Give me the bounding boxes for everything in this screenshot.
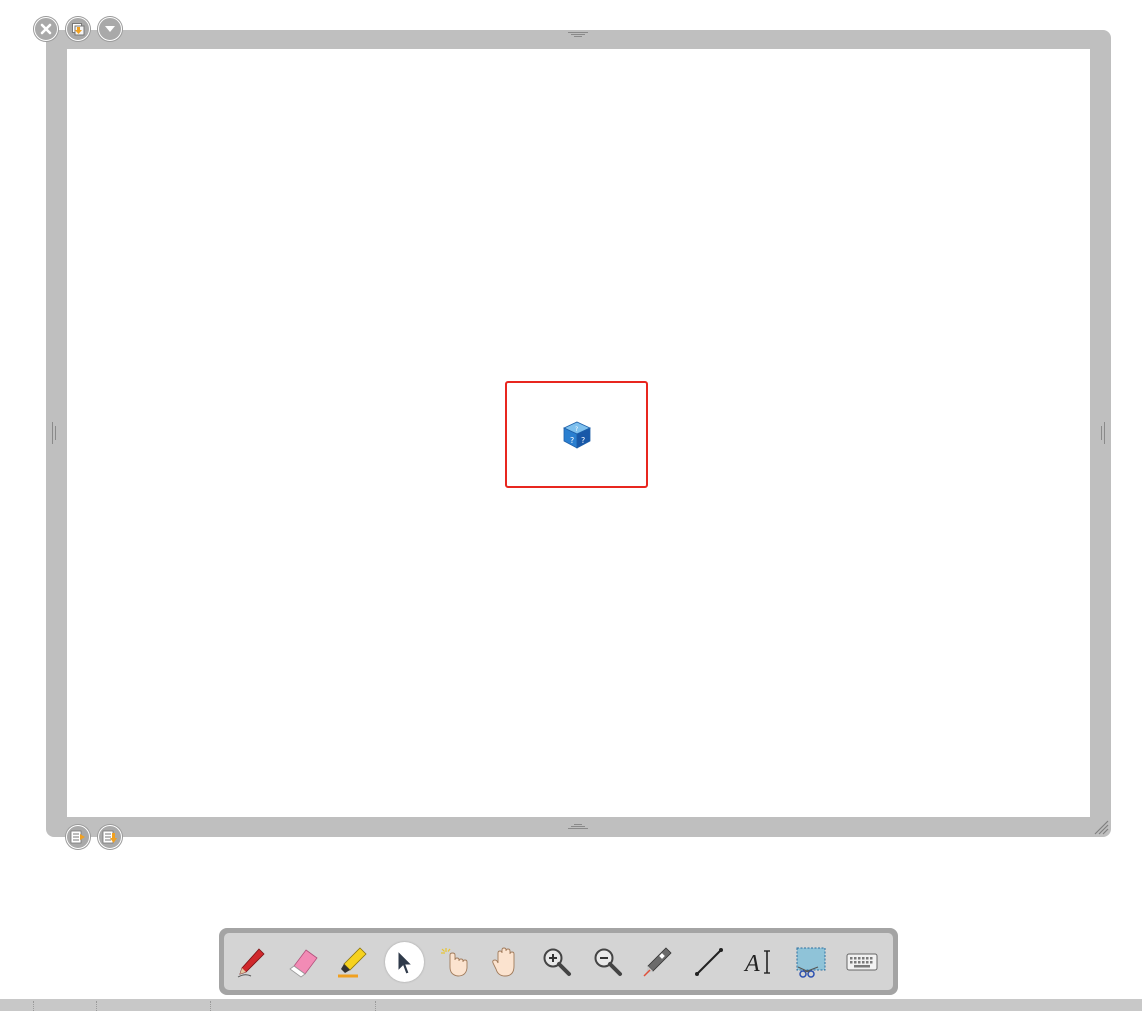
zoom-out-tool-button[interactable]: [588, 942, 627, 982]
svg-text:?: ?: [581, 436, 585, 445]
zoom-in-tool-button[interactable]: [537, 942, 576, 982]
line-icon: [695, 947, 724, 976]
text-tool-button[interactable]: A: [740, 942, 779, 982]
screen-capture-icon: [796, 947, 826, 978]
status-divider: [96, 1001, 98, 1011]
eraser-icon: [288, 948, 318, 977]
pen-icon: [237, 947, 265, 977]
question-cube-icon: ? ? ?: [562, 421, 591, 449]
select-tool-button[interactable]: [384, 941, 424, 982]
bottom-resize-grip[interactable]: [568, 823, 588, 831]
page-list-down-icon: [102, 830, 117, 844]
menu-dropdown-button[interactable]: [98, 17, 122, 41]
chevron-down-icon: [105, 26, 115, 32]
tools-toolbar: A: [219, 928, 898, 995]
status-divider: [375, 1001, 377, 1011]
svg-text:?: ?: [570, 436, 574, 445]
svg-text:?: ?: [575, 426, 578, 433]
close-icon: [40, 23, 52, 35]
tap-hand-icon: [441, 947, 468, 976]
right-resize-grip[interactable]: [1098, 422, 1108, 444]
page-list-button[interactable]: [66, 825, 90, 849]
selected-object[interactable]: ? ? ?: [505, 381, 648, 488]
toolbar-tray: A: [224, 933, 893, 990]
svg-text:A: A: [743, 951, 760, 977]
highlighter-tool-button[interactable]: [334, 942, 373, 982]
status-divider: [33, 1001, 35, 1011]
pen-tool-button[interactable]: [232, 942, 271, 982]
keyboard-tool-button[interactable]: [842, 942, 881, 982]
page-list-down-button[interactable]: [98, 825, 122, 849]
page-list-icon: [70, 830, 85, 844]
status-divider: [210, 1001, 212, 1011]
text-icon: A: [743, 949, 771, 977]
resize-corner-icon[interactable]: [1093, 819, 1109, 835]
line-tool-button[interactable]: [690, 942, 729, 982]
restore-window-button[interactable]: [66, 17, 90, 41]
close-button[interactable]: [34, 17, 58, 41]
zoom-in-icon: [543, 948, 571, 976]
interact-tool-button[interactable]: [435, 942, 474, 982]
screen-capture-tool-button[interactable]: [791, 942, 830, 982]
left-resize-grip[interactable]: [49, 422, 59, 444]
magic-pen-tool-button[interactable]: [639, 942, 678, 982]
hand-icon: [492, 947, 515, 976]
cursor-arrow-icon: [397, 949, 414, 975]
magic-pen-icon: [643, 946, 672, 977]
zoom-out-icon: [594, 948, 622, 976]
keyboard-icon: [846, 953, 878, 970]
highlighter-icon: [338, 946, 367, 977]
top-resize-grip[interactable]: [568, 31, 588, 39]
pan-tool-button[interactable]: [486, 942, 525, 982]
status-bar: [0, 999, 1142, 1011]
restore-window-icon: [72, 23, 85, 36]
eraser-tool-button[interactable]: [283, 942, 322, 982]
